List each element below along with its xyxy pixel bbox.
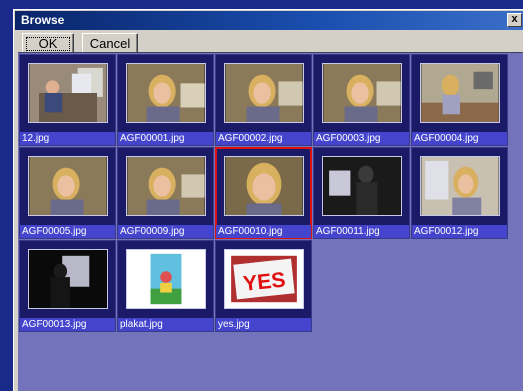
svg-text:YES: YES xyxy=(242,267,287,295)
photo-girl-icon xyxy=(224,63,304,123)
file-name: plakat.jpg xyxy=(118,318,213,331)
thumbnail-item[interactable]: AGF00009.jpg xyxy=(117,147,214,239)
close-button[interactable]: x xyxy=(507,13,522,27)
file-name: 12.jpg xyxy=(20,132,115,145)
photo-girl-window-icon xyxy=(420,156,500,216)
file-name: AGF00003.jpg xyxy=(314,132,409,145)
thumbnail-item[interactable]: plakat.jpg xyxy=(117,240,214,332)
photo-girl-icon xyxy=(322,63,402,123)
photo-girl-closeup-icon xyxy=(224,156,304,216)
file-name: AGF00012.jpg xyxy=(412,225,507,238)
poster-image-icon xyxy=(126,249,206,309)
file-name: AGF00002.jpg xyxy=(216,132,311,145)
thumbnail-item[interactable]: AGF00005.jpg xyxy=(19,147,116,239)
window-title: Browse xyxy=(21,13,65,27)
thumbnail-item[interactable]: AGF00002.jpg xyxy=(215,54,312,146)
file-name: AGF00004.jpg xyxy=(412,132,507,145)
thumbnail-item[interactable]: AGF00003.jpg xyxy=(313,54,410,146)
photo-silhouette-window-icon xyxy=(322,156,402,216)
thumbnail-grid: 12.jpg AGF00001.jpg AGF00002.jpg AGF0000… xyxy=(18,52,523,391)
file-name: AGF00010.jpg xyxy=(216,225,311,238)
thumbnail-item-selected[interactable]: AGF00010.jpg xyxy=(215,147,312,239)
photo-computer-child-icon xyxy=(28,63,108,123)
thumbnail-item[interactable]: AGF00001.jpg xyxy=(117,54,214,146)
file-name: AGF00005.jpg xyxy=(20,225,115,238)
file-name: AGF00001.jpg xyxy=(118,132,213,145)
photo-girl-icon xyxy=(28,156,108,216)
file-name: AGF00011.jpg xyxy=(314,225,409,238)
focus-ring xyxy=(26,37,70,51)
file-name: yes.jpg xyxy=(216,318,311,331)
file-name: AGF00009.jpg xyxy=(118,225,213,238)
thumbnail-item[interactable]: AGF00013.jpg xyxy=(19,240,116,332)
thumbnail-item[interactable]: AGF00004.jpg xyxy=(411,54,508,146)
photo-girl-icon xyxy=(126,156,206,216)
photo-silhouette-dark-icon xyxy=(28,249,108,309)
thumbnail-item[interactable]: AGF00012.jpg xyxy=(411,147,508,239)
thumbnail-item[interactable]: YES yes.jpg xyxy=(215,240,312,332)
thumbnail-item[interactable]: AGF00011.jpg xyxy=(313,147,410,239)
yes-sign-image-icon: YES xyxy=(224,249,304,309)
file-name: AGF00013.jpg xyxy=(20,318,115,331)
thumbnail-item[interactable]: 12.jpg xyxy=(19,54,116,146)
photo-girl-room-icon xyxy=(420,63,500,123)
title-bar[interactable]: Browse x xyxy=(15,11,523,30)
photo-girl-icon xyxy=(126,63,206,123)
